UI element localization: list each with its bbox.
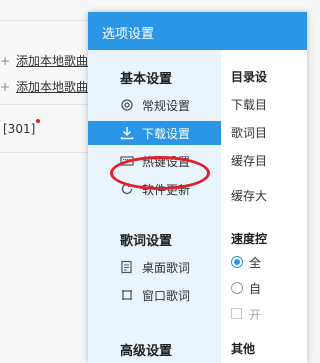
speed-control-header: 速度控 — [231, 232, 268, 246]
sidebar-item-label: 桌面歌词 — [142, 261, 191, 275]
options-dialog: 选项设置 基本设置 常规设置 下载设置 热键设置 软件更新 歌词设置 桌面歌词 … — [88, 12, 307, 363]
sidebar-item-window-lyrics[interactable]: 窗口歌词 — [88, 283, 221, 307]
speed-option-label-2: 自 — [249, 282, 262, 296]
dialog-title: 选项设置 — [102, 27, 155, 42]
download-icon — [120, 127, 134, 140]
speed-option-label-1: 全 — [249, 256, 262, 270]
divider — [0, 104, 100, 105]
download-dir-label: 下载目 — [231, 98, 268, 112]
add-icon: + — [0, 80, 11, 94]
settings-sidebar: 基本设置 常规设置 下载设置 热键设置 软件更新 歌词设置 桌面歌词 窗口歌词 … — [88, 50, 221, 363]
sidebar-item-desktop-lyrics[interactable]: 桌面歌词 — [88, 255, 221, 279]
section-lyrics-settings: 歌词设置 — [120, 234, 173, 249]
red-dot-badge — [36, 119, 40, 123]
sidebar-item-label: 热键设置 — [142, 155, 191, 169]
gear-icon — [121, 99, 133, 111]
speed-option-checkbox[interactable] — [231, 308, 242, 319]
speed-option-radio-1[interactable] — [231, 256, 243, 268]
add-icon: + — [0, 54, 11, 68]
directory-settings-header: 目录设 — [231, 70, 268, 84]
add-local-song-row-1[interactable]: + 添加本地歌曲 — [0, 52, 88, 69]
desktop-lyrics-icon — [121, 260, 132, 274]
sidebar-item-general[interactable]: 常规设置 — [88, 93, 221, 117]
divider — [0, 152, 100, 153]
speed-option-label-3: 开 — [249, 308, 262, 322]
cache-dir-label: 缓存目 — [231, 154, 268, 168]
dialog-titlebar[interactable]: 选项设置 — [88, 12, 307, 50]
sidebar-item-label: 常规设置 — [142, 99, 191, 113]
sidebar-item-update[interactable]: 软件更新 — [88, 177, 221, 201]
other-settings-header: 其他 — [231, 342, 256, 356]
window-lyrics-icon — [122, 290, 132, 300]
add-local-song-row-2[interactable]: + 添加本地歌曲 — [0, 78, 88, 95]
add-local-song-link-2[interactable]: 添加本地歌曲 — [16, 80, 88, 94]
settings-content: 目录设 下载目 歌词目 缓存目 缓存大 速度控 全 自 开 其他 — [221, 50, 307, 363]
lyrics-dir-label: 歌词目 — [231, 126, 268, 140]
section-advanced-settings: 高级设置 — [120, 344, 173, 359]
refresh-icon — [121, 183, 133, 195]
sidebar-item-download[interactable]: 下载设置 — [88, 121, 221, 145]
sidebar-item-label: 下载设置 — [142, 127, 191, 141]
sidebar-item-hotkeys[interactable]: 热键设置 — [88, 149, 221, 173]
speed-option-radio-2[interactable] — [231, 282, 243, 294]
add-local-song-link-1[interactable]: 添加本地歌曲 — [16, 54, 88, 68]
cache-size-label: 缓存大 — [231, 189, 268, 203]
section-basic-settings: 基本设置 — [120, 72, 173, 87]
sidebar-item-label: 软件更新 — [142, 183, 191, 197]
song-tag: [301] — [3, 122, 36, 136]
sidebar-item-label: 窗口歌词 — [142, 289, 191, 303]
keyboard-icon — [120, 156, 134, 166]
divider — [0, 20, 100, 21]
